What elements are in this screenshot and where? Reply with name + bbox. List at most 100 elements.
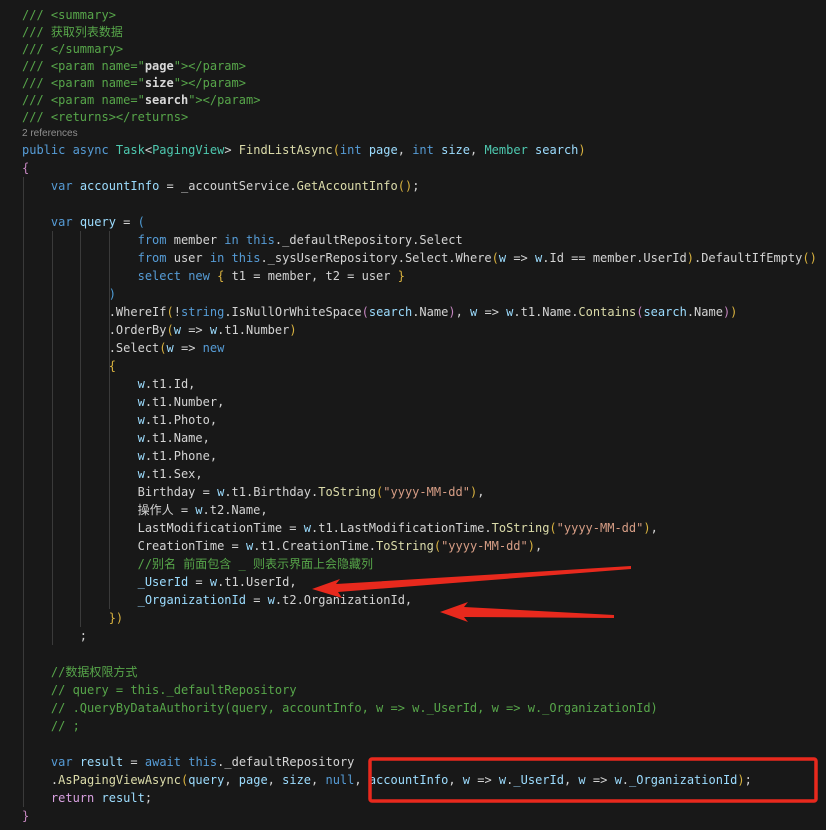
code-token: GetAccountInfo — [297, 179, 398, 193]
code-token: size — [441, 143, 470, 157]
code-line: w.t1.Id, — [22, 375, 826, 393]
code-token: ( — [549, 521, 556, 535]
code-token: w — [304, 521, 311, 535]
code-token: in — [210, 251, 224, 265]
code-token — [22, 719, 51, 733]
code-line: var accountInfo = _accountService.GetAcc… — [22, 177, 826, 195]
code-token: w — [167, 341, 174, 355]
code-token: "></param> — [174, 76, 246, 90]
code-line: // ; — [22, 717, 826, 735]
code-line: var result = await this._defaultReposito… — [22, 753, 826, 771]
code-token: _UserId — [138, 575, 189, 589]
code-token: = — [246, 593, 268, 607]
code-token: w — [138, 467, 145, 481]
code-token: .t1.Birthday. — [224, 485, 318, 499]
code-token: , — [456, 305, 470, 319]
code-line: //别名 前面包含 _ 则表示界面上会隐藏列 — [22, 555, 826, 573]
code-token: , — [564, 773, 578, 787]
code-token: _OrganizationId — [629, 773, 737, 787]
code-token: search — [643, 305, 686, 319]
code-token — [22, 215, 51, 229]
code-token: "></param> — [188, 93, 260, 107]
code-token: .t1.Name, — [145, 431, 210, 445]
code-line: _OrganizationId = w.t2.OrganizationId, — [22, 591, 826, 609]
code-token: = — [123, 755, 145, 769]
code-token: w — [138, 377, 145, 391]
code-line: var query = ( — [22, 213, 826, 231]
code-token: //别名 前面包含 _ 则表示界面上会隐藏列 — [138, 557, 373, 571]
code-token: "yyyy-MM-dd" — [383, 485, 470, 499]
code-token: w — [138, 449, 145, 463]
code-token: w — [210, 575, 217, 589]
code-token: // query = this._defaultRepository — [51, 683, 297, 697]
code-token: /// <summary> — [22, 8, 116, 22]
code-token — [239, 233, 246, 247]
code-token: }) — [109, 611, 123, 625]
code-area[interactable]: /// <summary>/// 获取列表数据/// </summary>///… — [22, 7, 826, 825]
code-token: ( — [167, 305, 174, 319]
code-token: int — [412, 143, 441, 157]
code-token: .Select — [22, 341, 159, 355]
code-token: .WhereIf — [22, 305, 167, 319]
code-token: ) — [448, 305, 455, 319]
code-token: t1 = member, t2 = user — [224, 269, 397, 283]
code-token: from — [138, 251, 167, 265]
code-line: from user in this._sysUserRepository.Sel… — [22, 249, 826, 267]
code-token: new — [203, 341, 225, 355]
code-token: /// <param name=" — [22, 93, 145, 107]
code-line: // query = this._defaultRepository — [22, 681, 826, 699]
code-token: , — [311, 773, 325, 787]
codelens-references[interactable]: 2 references — [22, 126, 826, 141]
code-line: //数据权限方式 — [22, 663, 826, 681]
code-line: }) — [22, 609, 826, 627]
code-token: "yyyy-MM-dd" — [441, 539, 528, 553]
code-token: () — [398, 179, 412, 193]
code-token: result — [102, 791, 145, 805]
code-token: accountInfo — [369, 773, 448, 787]
code-token: { — [22, 161, 29, 175]
code-token: w — [615, 773, 622, 787]
code-token: } — [22, 809, 29, 823]
code-line: { — [22, 159, 826, 177]
code-line: ; — [22, 627, 826, 645]
code-editor[interactable]: /// <summary>/// 获取列表数据/// </summary>///… — [0, 0, 826, 830]
code-token: , — [535, 539, 542, 553]
code-token: .IsNullOrWhiteSpace — [224, 305, 361, 319]
code-token: w — [138, 431, 145, 445]
code-token: = — [116, 215, 138, 229]
code-line: Birthday = w.t1.Birthday.ToString("yyyy-… — [22, 483, 826, 501]
code-token: ) — [109, 287, 116, 301]
code-token: ._defaultRepository — [217, 755, 354, 769]
code-line: /// <param name="page"></param> — [22, 58, 826, 75]
code-token: var — [51, 215, 73, 229]
code-token: = _accountService. — [159, 179, 296, 193]
code-token — [22, 377, 138, 391]
code-token: ._sysUserRepository.Select.Where — [260, 251, 491, 265]
code-token: ( — [138, 215, 145, 229]
code-token: ( — [333, 143, 340, 157]
code-token: ._defaultRepository.Select — [275, 233, 463, 247]
code-token — [22, 359, 109, 373]
code-token: page — [145, 59, 174, 73]
code-token — [22, 287, 109, 301]
code-token: CreationTime = — [22, 539, 246, 553]
code-token: /// <param name=" — [22, 76, 145, 90]
code-token — [22, 593, 138, 607]
code-token: => — [181, 323, 210, 337]
code-line: from member in this._defaultRepository.S… — [22, 231, 826, 249]
code-token: ) — [643, 521, 650, 535]
code-token: => — [477, 305, 506, 319]
code-token — [94, 791, 101, 805]
code-token: ( — [434, 539, 441, 553]
code-line: public async Task<PagingView> FindListAs… — [22, 141, 826, 159]
code-token: ! — [174, 305, 181, 319]
code-token: w — [268, 593, 275, 607]
code-token: .t1.Photo, — [145, 413, 217, 427]
code-token: w — [463, 773, 470, 787]
code-line: w.t1.Number, — [22, 393, 826, 411]
code-token: size — [282, 773, 311, 787]
code-token: .t1.LastModificationTime. — [311, 521, 492, 535]
code-token: int — [340, 143, 369, 157]
code-line: w.t1.Photo, — [22, 411, 826, 429]
code-token: () — [802, 251, 816, 265]
